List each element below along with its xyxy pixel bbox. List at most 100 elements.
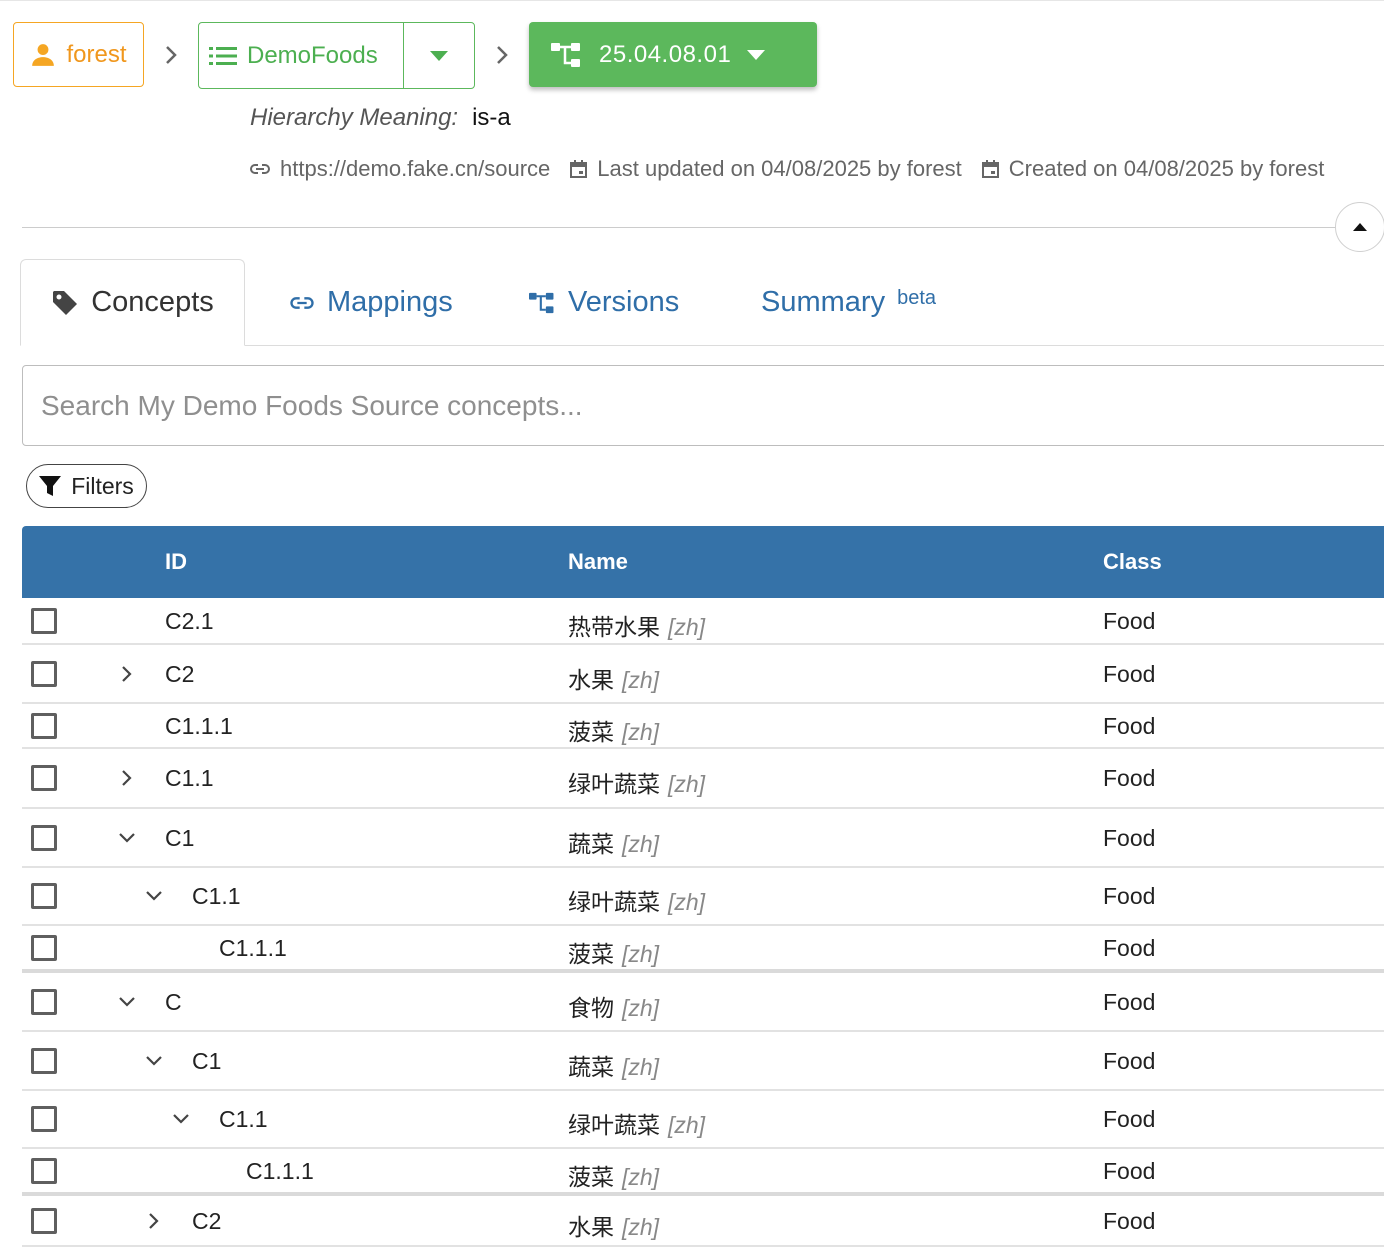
concept-name: 蔬菜 xyxy=(568,1053,614,1080)
concept-name: 绿叶蔬菜 xyxy=(568,889,660,915)
table-row[interactable]: C1.1 绿叶蔬菜 [zh] Food xyxy=(22,1091,1384,1149)
cell-class: Food xyxy=(1103,1047,1156,1074)
tab-summary[interactable]: Summary beta xyxy=(761,259,936,346)
cell-id[interactable]: C1 xyxy=(165,825,194,852)
table-row[interactable]: C 食物 [zh] Food xyxy=(22,973,1384,1032)
collapse-header-button[interactable] xyxy=(1335,202,1384,252)
hierarchy-icon xyxy=(551,42,580,67)
table-row[interactable]: C2 水果 [zh] Food xyxy=(22,1196,1384,1247)
concept-name: 菠菜 xyxy=(568,718,614,745)
version-crumb-button[interactable]: 25.04.08.01 xyxy=(529,22,817,87)
created-text: Created on 04/08/2025 by forest xyxy=(1008,156,1325,181)
chevron-right-icon xyxy=(166,46,177,64)
cell-name: 食物 [zh] xyxy=(568,989,659,1023)
last-updated: Last updated on 04/08/2025 by forest xyxy=(570,156,962,182)
tab-concepts-label: Concepts xyxy=(91,286,214,318)
cell-name: 水果 [zh] xyxy=(568,661,659,695)
column-header-class[interactable]: Class xyxy=(1103,549,1162,575)
cell-class: Food xyxy=(1103,607,1156,634)
row-checkbox[interactable] xyxy=(31,765,57,791)
concept-name: 绿叶蔬菜 xyxy=(568,1112,660,1138)
hierarchy-meaning-label: Hierarchy Meaning: xyxy=(250,104,459,131)
tab-versions[interactable]: Versions xyxy=(529,259,679,346)
column-header-id[interactable]: ID xyxy=(165,549,187,575)
created: Created on 04/08/2025 by forest xyxy=(981,156,1325,182)
last-updated-text: Last updated on 04/08/2025 by forest xyxy=(597,156,962,181)
concept-search-input[interactable] xyxy=(22,365,1384,446)
row-checkbox[interactable] xyxy=(31,824,57,851)
calendar-icon xyxy=(570,160,588,178)
cell-id[interactable]: C1.1 xyxy=(165,765,214,792)
chevron-right-icon[interactable] xyxy=(116,767,138,789)
chevron-down-icon[interactable] xyxy=(170,1108,192,1130)
column-header-name[interactable]: Name xyxy=(568,549,628,575)
cell-class: Food xyxy=(1103,934,1156,961)
row-checkbox[interactable] xyxy=(31,660,57,687)
cell-id[interactable]: C1 xyxy=(192,1048,221,1075)
cell-name: 菠菜 [zh] xyxy=(568,1158,659,1192)
cell-id[interactable]: C1.1 xyxy=(192,883,241,910)
table-row[interactable]: C2 水果 [zh] Food xyxy=(22,645,1384,704)
chevron-down-icon[interactable] xyxy=(116,991,138,1013)
cell-name: 蔬菜 [zh] xyxy=(568,825,659,859)
cell-id[interactable]: C1.1 xyxy=(219,1106,268,1133)
cell-id[interactable]: C2 xyxy=(165,661,194,688)
table-row[interactable]: C1.1.1 菠菜 [zh] Food xyxy=(22,704,1384,749)
hierarchy-icon xyxy=(529,292,554,313)
owner-crumb-label: forest xyxy=(66,40,127,68)
table-header: ID Name Class xyxy=(22,526,1384,598)
table-row[interactable]: C1.1 绿叶蔬菜 [zh] Food xyxy=(22,749,1384,809)
chevron-right-icon[interactable] xyxy=(116,663,138,685)
row-checkbox[interactable] xyxy=(31,607,57,634)
cell-id[interactable]: C2.1 xyxy=(165,608,214,635)
concept-name: 蔬菜 xyxy=(568,830,614,857)
locale-tag: [zh] xyxy=(668,1112,706,1138)
row-checkbox[interactable] xyxy=(31,712,57,739)
filters-label: Filters xyxy=(71,472,134,499)
chevron-right-icon[interactable] xyxy=(143,1210,165,1232)
list-icon xyxy=(209,46,237,65)
source-meta: https://demo.fake.cn/source Last updated… xyxy=(250,156,1324,182)
tab-concepts[interactable]: Concepts xyxy=(20,259,245,346)
chevron-down-icon[interactable] xyxy=(143,1050,165,1072)
tab-summary-label: Summary xyxy=(761,286,886,318)
row-checkbox[interactable] xyxy=(31,988,57,1015)
concept-name: 水果 xyxy=(568,1213,614,1240)
concept-name: 菠菜 xyxy=(568,1163,614,1190)
cell-id[interactable]: C1.1.1 xyxy=(246,1158,314,1185)
row-checkbox[interactable] xyxy=(31,934,57,961)
cell-name: 热带水果 [zh] xyxy=(568,608,705,642)
cell-id[interactable]: C2 xyxy=(192,1208,221,1235)
cell-id[interactable]: C1.1.1 xyxy=(219,935,287,962)
chevron-down-icon[interactable] xyxy=(143,885,165,907)
row-checkbox[interactable] xyxy=(31,883,57,909)
locale-tag: [zh] xyxy=(622,830,660,857)
chevron-down-icon[interactable] xyxy=(116,827,138,849)
repo-crumb-button[interactable]: DemoFoods xyxy=(199,23,404,88)
table-row[interactable]: C1 蔬菜 [zh] Food xyxy=(22,1032,1384,1091)
row-checkbox[interactable] xyxy=(31,1106,57,1132)
person-icon xyxy=(32,43,55,66)
row-checkbox[interactable] xyxy=(31,1157,57,1184)
locale-tag: [zh] xyxy=(622,718,660,745)
locale-tag: [zh] xyxy=(622,1053,660,1080)
table-row[interactable]: C1.1.1 菠菜 [zh] Food xyxy=(22,926,1384,973)
tab-mappings[interactable]: Mappings xyxy=(289,259,453,346)
funnel-icon xyxy=(39,476,62,496)
row-checkbox[interactable] xyxy=(31,1047,57,1074)
cell-class: Food xyxy=(1103,1207,1156,1234)
cell-name: 绿叶蔬菜 [zh] xyxy=(568,1106,705,1140)
owner-crumb-button[interactable]: forest xyxy=(13,22,144,87)
cell-id[interactable]: C1.1.1 xyxy=(165,713,233,740)
cell-id[interactable]: C xyxy=(165,989,182,1016)
repo-dropdown-button[interactable] xyxy=(404,23,474,88)
link-icon xyxy=(290,296,314,309)
concept-name: 绿叶蔬菜 xyxy=(568,771,660,797)
table-row[interactable]: C2.1 热带水果 [zh] Food xyxy=(22,598,1384,645)
row-checkbox[interactable] xyxy=(31,1207,57,1234)
table-row[interactable]: C1 蔬菜 [zh] Food xyxy=(22,809,1384,868)
table-row[interactable]: C1.1.1 菠菜 [zh] Food xyxy=(22,1149,1384,1196)
source-url-link[interactable]: https://demo.fake.cn/source xyxy=(250,156,550,182)
table-row[interactable]: C1.1 绿叶蔬菜 [zh] Food xyxy=(22,868,1384,926)
filters-button[interactable]: Filters xyxy=(26,464,147,508)
